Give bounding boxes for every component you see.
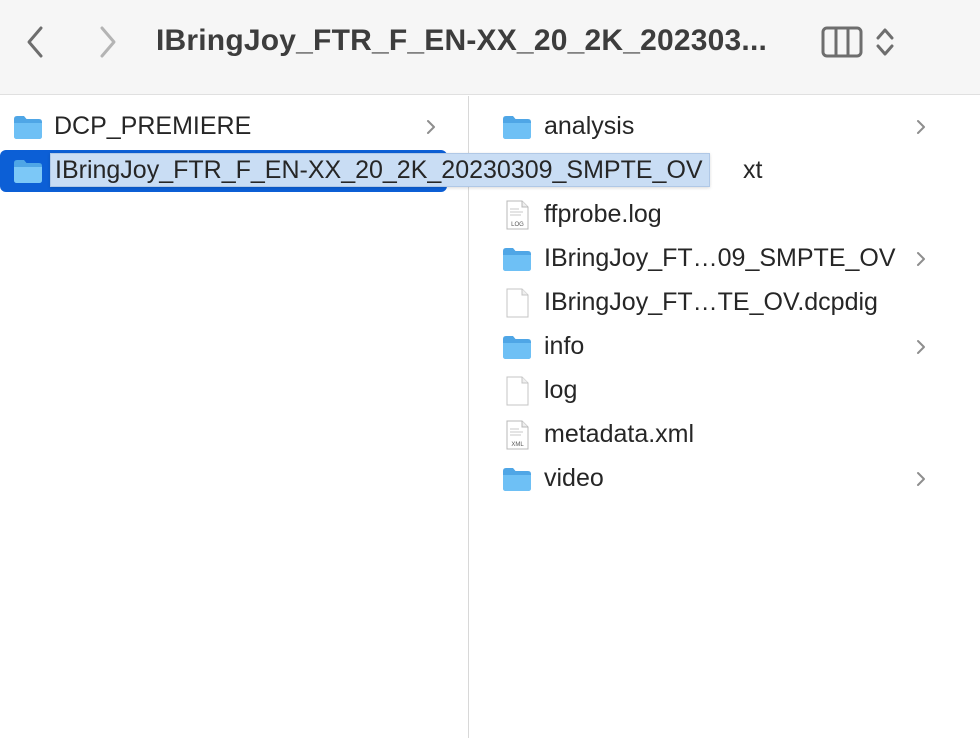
document-icon (506, 288, 529, 318)
view-mode-button[interactable] (821, 26, 865, 58)
item-name: analysis (544, 112, 635, 140)
chevron-right-icon (917, 252, 925, 266)
browser-column-2: analysis xt LOG ffprobe.log IBringJoy_FT… (469, 96, 980, 738)
chevron-right-icon (427, 120, 435, 134)
item-name: DCP_PREMIERE (54, 112, 252, 140)
item-name: video (544, 464, 604, 492)
item-name: ffprobe.log (544, 200, 662, 228)
folder-icon (14, 160, 42, 183)
chevron-right-icon (917, 340, 925, 354)
xml-file-icon: XML (506, 420, 529, 450)
list-item[interactable]: log (469, 369, 980, 413)
chevron-left-icon (27, 26, 43, 58)
view-options-dropdown[interactable] (874, 24, 896, 60)
column-view-icon (821, 26, 863, 58)
list-item[interactable]: IBringJoy_FT…TE_OV.dcpdig (469, 281, 980, 325)
log-file-icon: LOG (506, 200, 529, 230)
item-name: xt (743, 156, 763, 184)
folder-icon (503, 468, 531, 491)
item-name: IBringJoy_FT…TE_OV.dcpdig (544, 288, 878, 316)
chevron-up-down-icon (876, 28, 894, 56)
list-item[interactable]: analysis (469, 105, 980, 149)
forward-button[interactable] (88, 22, 128, 62)
chevron-right-icon (100, 26, 116, 58)
back-button[interactable] (15, 22, 55, 62)
folder-icon (503, 248, 531, 271)
list-item[interactable]: info (469, 325, 980, 369)
list-item[interactable]: IBringJoy_FT…09_SMPTE_OV (469, 237, 980, 281)
list-item[interactable]: DCP_PREMIERE (0, 105, 468, 149)
window-title: IBringJoy_FTR_F_EN-XX_20_2K_202303... (156, 24, 768, 57)
browser-column-1: DCP_PREMIERE IBringJoy_FTR_F_EN-XX_20_2K… (0, 96, 710, 738)
folder-icon (503, 336, 531, 359)
chevron-right-icon (917, 472, 925, 486)
item-name: IBringJoy_FT…09_SMPTE_OV (544, 244, 896, 272)
toolbar: IBringJoy_FTR_F_EN-XX_20_2K_202303... (0, 0, 980, 95)
chevron-right-icon (917, 120, 925, 134)
list-item[interactable]: LOG ffprobe.log (469, 193, 980, 237)
list-item[interactable]: XML metadata.xml (469, 413, 980, 457)
item-name: info (544, 332, 585, 360)
document-icon (506, 376, 529, 406)
item-name: metadata.xml (544, 420, 695, 448)
file-badge: XML (511, 442, 524, 448)
list-item-selected[interactable]: IBringJoy_FTR_F_EN-XX_20_2K_20230309_SMP… (0, 149, 710, 193)
folder-icon (503, 116, 531, 139)
folder-icon (14, 116, 42, 139)
file-badge: LOG (511, 222, 524, 228)
list-item[interactable]: video (469, 457, 980, 501)
item-name: log (544, 376, 578, 404)
list-item[interactable]: xt (469, 149, 980, 193)
